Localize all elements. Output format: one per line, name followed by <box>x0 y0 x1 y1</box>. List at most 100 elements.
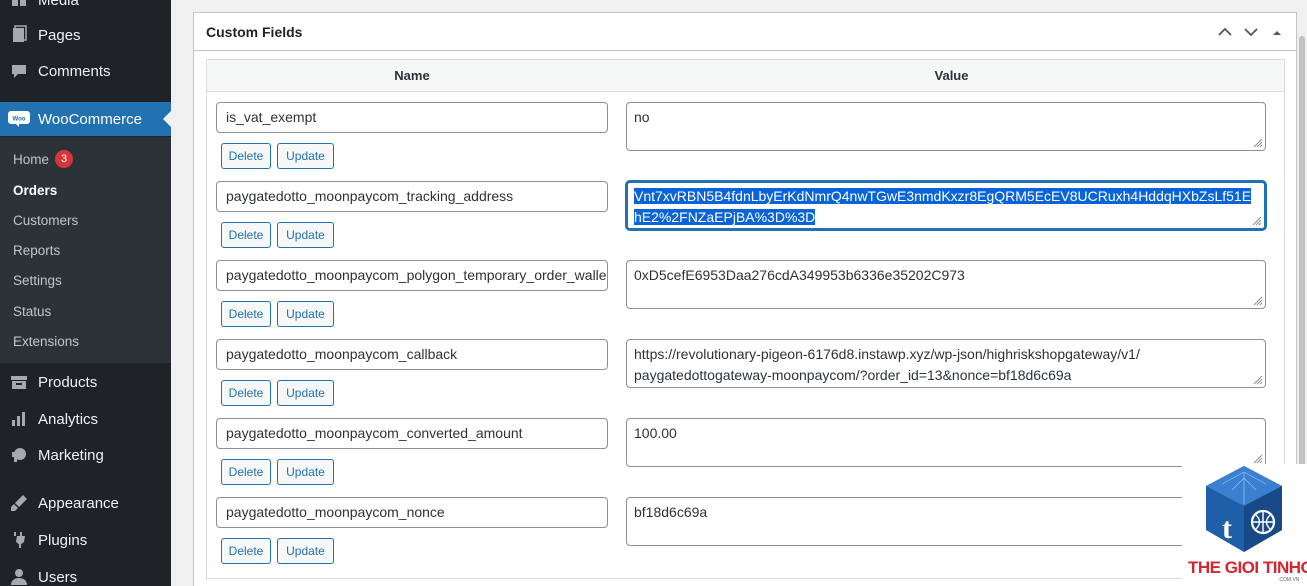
submenu-status[interactable]: Status <box>13 301 51 321</box>
meta-key-input[interactable]: paygatedotto_moonpaycom_tracking_address <box>216 181 608 212</box>
svg-text:Woo: Woo <box>13 117 26 123</box>
watermark-text: THE GIOI TINHOC <box>1188 558 1307 577</box>
move-down-icon[interactable] <box>1242 24 1260 40</box>
menu-label: Pages <box>38 26 81 44</box>
submenu-label: Orders <box>13 182 58 198</box>
meta-value-textarea[interactable]: 0xD5cefE6953Daa276cdA349953b6336e35202C9… <box>626 260 1266 309</box>
notification-badge: 3 <box>55 150 74 168</box>
watermark-logo: t THE GIOI TINHOC .COM.VN <box>1182 464 1307 586</box>
meta-key-input[interactable]: paygatedotto_moonpaycom_nonce <box>216 497 608 528</box>
scrollbar-thumb[interactable] <box>1299 36 1305 466</box>
submenu-customers[interactable]: Customers <box>13 210 78 230</box>
table-row: paygatedotto_moonpaycom_nonce Delete Upd… <box>207 497 1284 576</box>
analytics-icon <box>0 409 38 429</box>
menu-label: WooCommerce <box>38 110 142 128</box>
submenu-label: Extensions <box>13 333 80 349</box>
meta-value-line: paygatedottogateway-moonpaycom/?order_id… <box>634 367 1072 383</box>
postbox-title: Custom Fields <box>206 23 303 40</box>
media-icon <box>0 0 38 10</box>
meta-value-textarea[interactable]: no <box>626 102 1266 151</box>
meta-key-input[interactable]: paygatedotto_moonpaycom_polygon_temporar… <box>216 260 608 291</box>
menu-item-media[interactable]: Media <box>0 0 171 17</box>
resize-handle-icon[interactable] <box>1252 216 1262 226</box>
meta-value-text: no <box>634 109 650 125</box>
menu-label: Marketing <box>38 446 104 464</box>
meta-value-textarea[interactable]: bf18d6c69a <box>626 497 1266 546</box>
watermark-subtext: .COM.VN <box>1278 577 1300 583</box>
admin-sidebar: Media Pages Comments Woo WooCommerce Hom… <box>0 0 171 586</box>
submenu-label: Home <box>13 151 50 167</box>
top-strip <box>171 0 1307 10</box>
menu-item-marketing[interactable]: Marketing <box>0 438 171 472</box>
menu-item-plugins[interactable]: Plugins <box>0 523 171 557</box>
comments-icon <box>0 61 38 81</box>
custom-fields-postbox: Custom Fields Name Value is_vat_exempt D… <box>193 12 1297 586</box>
meta-value-textarea[interactable]: https://revolutionary-pigeon-6176d8.inst… <box>626 339 1266 388</box>
table-row: paygatedotto_moonpaycom_polygon_temporar… <box>207 260 1284 339</box>
update-button[interactable]: Update <box>277 459 334 485</box>
menu-label: Plugins <box>38 531 88 549</box>
selected-text: Vnt7xvRBN5B4fdnLbyErKdNmrQ4nwTGwE3nmdKxz… <box>634 188 1252 204</box>
submenu-reports[interactable]: Reports <box>13 240 60 260</box>
postbox-handle-actions <box>1216 13 1286 51</box>
meta-value-line: Vnt7xvRBN5B4fdnLbyErKdNmrQ4nwTGwE3nmdKxz… <box>634 186 1258 207</box>
column-header-value: Value <box>934 68 969 83</box>
meta-key-input[interactable]: is_vat_exempt <box>216 102 608 133</box>
resize-handle-icon[interactable] <box>1253 454 1263 464</box>
menu-item-users[interactable]: Users <box>0 560 171 586</box>
menu-label: Appearance <box>38 494 119 512</box>
meta-value-line: hE2%2FNZaEPjBA%3D%3D <box>634 207 1258 228</box>
delete-button[interactable]: Delete <box>221 538 271 564</box>
meta-value-text: 100.00 <box>634 425 677 441</box>
column-header-name: Name <box>394 68 430 83</box>
menu-item-products[interactable]: Products <box>0 365 171 399</box>
menu-item-analytics[interactable]: Analytics <box>0 402 171 436</box>
marketing-icon <box>0 445 38 465</box>
meta-key-input[interactable]: paygatedotto_moonpaycom_callback <box>216 339 608 370</box>
delete-button[interactable]: Delete <box>221 380 271 406</box>
table-row: paygatedotto_moonpaycom_tracking_address… <box>207 181 1284 260</box>
move-up-icon[interactable] <box>1216 24 1234 40</box>
submenu-label: Status <box>13 303 52 319</box>
update-button[interactable]: Update <box>277 301 334 327</box>
update-button[interactable]: Update <box>277 143 334 169</box>
menu-label: Products <box>38 373 98 391</box>
postbox-header: Custom Fields <box>194 13 1296 51</box>
menu-item-pages[interactable]: Pages <box>0 18 171 52</box>
menu-label: Analytics <box>38 410 99 428</box>
table-row: paygatedotto_moonpaycom_converted_amount… <box>207 418 1284 497</box>
collapse-toggle-icon[interactable] <box>1268 24 1286 40</box>
cube-logo-icon: t <box>1206 466 1282 552</box>
delete-button[interactable]: Delete <box>221 459 271 485</box>
submenu-home[interactable]: Home 3 <box>13 149 74 169</box>
resize-handle-icon[interactable] <box>1253 138 1263 148</box>
menu-item-appearance[interactable]: Appearance <box>0 486 171 520</box>
delete-button[interactable]: Delete <box>221 143 271 169</box>
meta-value-text: 0xD5cefE6953Daa276cdA349953b6336e35202C9… <box>634 267 965 283</box>
update-button[interactable]: Update <box>277 538 334 564</box>
menu-label: Media <box>38 0 79 9</box>
delete-button[interactable]: Delete <box>221 301 271 327</box>
update-button[interactable]: Update <box>277 380 334 406</box>
meta-value-textarea[interactable]: 100.00 <box>626 418 1266 467</box>
plugins-icon <box>0 530 38 550</box>
submenu-settings[interactable]: Settings <box>13 270 62 290</box>
table-row: is_vat_exempt Delete Update no <box>207 102 1284 181</box>
meta-value-line: https://revolutionary-pigeon-6176d8.inst… <box>634 346 1140 362</box>
pages-icon <box>0 25 38 45</box>
menu-label: Users <box>38 568 78 586</box>
meta-key-input[interactable]: paygatedotto_moonpaycom_converted_amount <box>216 418 608 449</box>
menu-item-woocommerce[interactable]: Woo WooCommerce <box>0 102 171 136</box>
delete-button[interactable]: Delete <box>221 222 271 248</box>
resize-handle-icon[interactable] <box>1253 375 1263 385</box>
appearance-icon <box>0 493 38 513</box>
selected-text: hE2%2FNZaEPjBA%3D%3D <box>634 209 816 225</box>
menu-label: Comments <box>38 62 111 80</box>
submenu-extensions[interactable]: Extensions <box>13 331 79 351</box>
resize-handle-icon[interactable] <box>1253 296 1263 306</box>
submenu-orders[interactable]: Orders <box>13 180 57 200</box>
table-row: paygatedotto_moonpaycom_callback Delete … <box>207 339 1284 418</box>
meta-value-textarea[interactable]: Vnt7xvRBN5B4fdnLbyErKdNmrQ4nwTGwE3nmdKxz… <box>626 181 1266 230</box>
update-button[interactable]: Update <box>277 222 334 248</box>
menu-item-comments[interactable]: Comments <box>0 54 171 88</box>
